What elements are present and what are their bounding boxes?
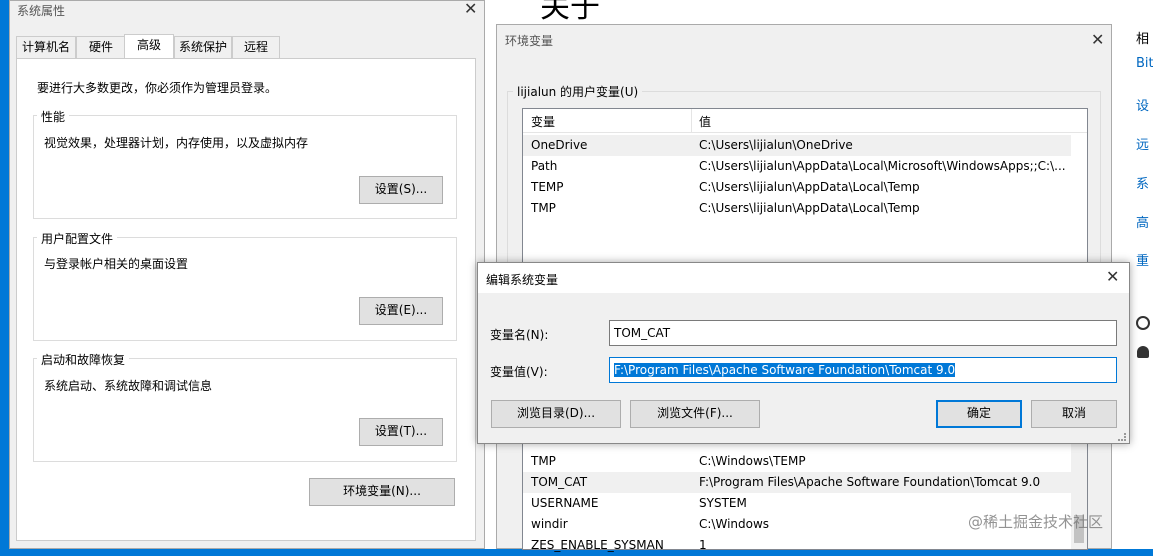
variable-name-label: 变量名(N): (490, 328, 549, 342)
variable-name: TOM_CAT (531, 475, 588, 489)
cancel-button[interactable]: 取消 (1031, 400, 1117, 428)
variable-name: OneDrive (531, 138, 588, 152)
table-row[interactable]: OneDrive C:\Users\lijialun\OneDrive (523, 135, 1071, 156)
profiles-settings-button[interactable]: 设置(E)... (359, 297, 443, 325)
dialog-title: 编辑系统变量 (486, 273, 559, 287)
variable-value: C:\Users\lijialun\OneDrive (699, 138, 853, 152)
column-divider[interactable] (691, 109, 692, 133)
table-row[interactable]: TOM_CAT F:\Program Files\Apache Software… (523, 472, 1071, 493)
tab-system-protection[interactable]: 系统保护 (174, 36, 232, 58)
performance-label: 性能 (37, 108, 70, 125)
variable-value: 1 (699, 538, 707, 552)
tab-panel: 要进行大多数更改，你必须作为管理员登录。 性能 视觉效果，处理器计划，内存使用，… (16, 58, 476, 541)
table-row[interactable]: TEMP C:\Users\lijialun\AppData\Local\Tem… (523, 177, 1071, 198)
side-link-advanced[interactable]: 高 (1136, 212, 1149, 231)
browse-file-button[interactable]: 浏览文件(F)... (630, 400, 760, 428)
variable-value: SYSTEM (699, 496, 747, 510)
column-header-value[interactable]: 值 (699, 113, 711, 130)
performance-settings-button[interactable]: 设置(S)... (359, 176, 443, 204)
page-heading-fragment: 关于 (540, 0, 600, 25)
system-variables-list[interactable]: TMP C:\Windows\TEMP TOM_CAT F:\Program F… (522, 430, 1088, 552)
variable-name: USERNAME (531, 496, 599, 510)
window-title: 系统属性 (17, 4, 66, 18)
column-header-variable[interactable]: 变量 (531, 113, 555, 130)
variable-value: F:\Program Files\Apache Software Foundat… (699, 475, 1041, 489)
variable-value: C:\Users\lijialun\AppData\Local\Microsof… (699, 159, 1066, 173)
resize-grip-icon[interactable] (1118, 433, 1126, 441)
side-link-bitlocker[interactable]: Bit (1136, 56, 1153, 71)
variable-name: TEMP (531, 180, 564, 194)
environment-variables-button[interactable]: 环境变量(N)... (309, 478, 455, 506)
startup-settings-button[interactable]: 设置(T)... (359, 418, 443, 446)
table-row[interactable]: TMP C:\Users\lijialun\AppData\Local\Temp (523, 198, 1071, 219)
tab-computer-name[interactable]: 计算机名 (16, 36, 76, 58)
related-settings-header: 相 (1136, 32, 1150, 47)
profiles-label: 用户配置文件 (37, 230, 118, 247)
variable-value-text: F:\Program Files\Apache Software Foundat… (614, 363, 956, 377)
performance-desc: 视觉效果，处理器计划，内存使用，以及虚拟内存 (44, 136, 309, 150)
tab-remote[interactable]: 远程 (232, 36, 280, 58)
admin-note: 要进行大多数更改，你必须作为管理员登录。 (37, 81, 278, 95)
feedback-icon[interactable] (1137, 346, 1149, 358)
side-link-device-manager[interactable]: 设 (1136, 95, 1149, 114)
variable-value-label: 变量值(V): (490, 365, 548, 379)
browse-directory-button[interactable]: 浏览目录(D)... (491, 400, 621, 428)
profiles-group (33, 237, 457, 341)
variable-name-input[interactable]: TOM_CAT (609, 320, 1117, 346)
startup-group (33, 358, 457, 462)
variable-value-input[interactable]: F:\Program Files\Apache Software Foundat… (609, 357, 1117, 383)
tab-hardware[interactable]: 硬件 (76, 36, 126, 58)
side-link-rename[interactable]: 重 (1136, 250, 1149, 269)
close-icon[interactable]: ✕ (1091, 30, 1104, 49)
table-row[interactable]: ZES_ENABLE_SYSMAN 1 (523, 535, 1071, 556)
profiles-desc: 与登录帐户相关的桌面设置 (44, 257, 189, 271)
edit-system-variable-dialog: 编辑系统变量 ✕ 变量名(N): TOM_CAT 变量值(V): F:\Prog… (477, 262, 1130, 444)
table-row[interactable]: TMP C:\Windows\TEMP (523, 451, 1071, 472)
window-title: 环境变量 (505, 34, 554, 48)
startup-desc: 系统启动、系统故障和调试信息 (44, 379, 213, 393)
side-link-remote[interactable]: 远 (1136, 134, 1149, 153)
variable-value: C:\Windows\TEMP (699, 454, 806, 468)
tab-advanced[interactable]: 高级 (124, 34, 174, 58)
dialog-titlebar: 编辑系统变量 ✕ (478, 263, 1129, 293)
user-variables-list[interactable]: 变量 值 OneDrive C:\Users\lijialun\OneDrive… (522, 108, 1088, 288)
side-link-system-protection[interactable]: 系 (1136, 173, 1149, 192)
variable-name-value: TOM_CAT (614, 326, 671, 340)
help-icon[interactable] (1136, 316, 1150, 330)
variable-name: TMP (531, 201, 556, 215)
watermark: @稀土掘金技术社区 (968, 513, 1104, 531)
list-header: 变量 值 (523, 109, 1087, 133)
variable-name: ZES_ENABLE_SYSMAN (531, 538, 664, 552)
variable-value: C:\Users\lijialun\AppData\Local\Temp (699, 180, 920, 194)
variable-name: TMP (531, 454, 556, 468)
variable-name: Path (531, 159, 558, 173)
table-row[interactable]: Path C:\Users\lijialun\AppData\Local\Mic… (523, 156, 1071, 177)
system-properties-window: 系统属性 ✕ 计算机名 硬件 高级 系统保护 远程 要进行大多数更改，你必须作为… (9, 0, 485, 549)
ok-button[interactable]: 确定 (936, 400, 1022, 428)
close-icon[interactable]: ✕ (1106, 267, 1119, 286)
variable-value: C:\Users\lijialun\AppData\Local\Temp (699, 201, 920, 215)
variable-name: windir (531, 517, 568, 531)
variable-value: C:\Windows (699, 517, 770, 531)
user-variables-label: lijialun 的用户变量(U) (513, 83, 643, 100)
startup-label: 启动和故障恢复 (37, 351, 130, 368)
close-icon[interactable]: ✕ (464, 0, 477, 18)
